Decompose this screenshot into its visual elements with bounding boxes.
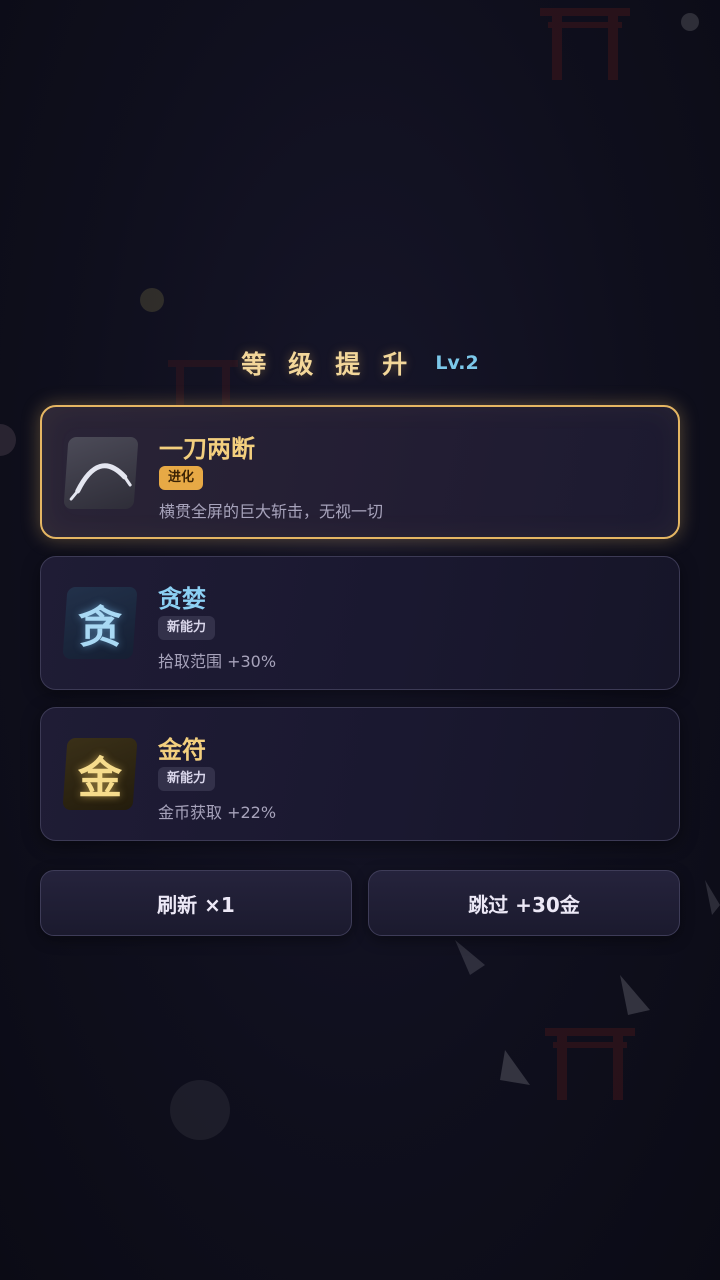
choice-card-gold-charm[interactable]: 金 金符 新能力 金币获取 +22%	[40, 707, 680, 841]
choice-card-greed[interactable]: 贪 贪婪 新能力 拾取范围 +30%	[40, 556, 680, 690]
level-up-header: 等级提升 Lv.2	[0, 340, 720, 386]
evolve-badge: 进化	[159, 466, 204, 490]
level-up-title: 等级提升	[241, 350, 430, 379]
choice-description: 横贯全屏的巨大斩击，无视一切	[159, 502, 384, 521]
refresh-button[interactable]: 刷新 ×1	[40, 870, 352, 936]
skip-button[interactable]: 跳过 +30金	[368, 870, 680, 936]
choice-description: 拾取范围 +30%	[158, 652, 277, 671]
choice-name: 金符	[158, 736, 206, 764]
greed-glyph: 贪	[78, 602, 122, 653]
greed-glyph-icon: 贪	[62, 587, 138, 659]
new-ability-badge: 新能力	[158, 616, 216, 640]
gold-glyph: 金	[78, 753, 122, 804]
choice-card-slash[interactable]: 一刀两断 进化 横贯全屏的巨大斩击，无视一切	[40, 405, 680, 539]
gold-glyph-icon: 金	[62, 738, 138, 810]
slash-arc-icon	[63, 437, 139, 509]
choice-name: 贪婪	[158, 585, 206, 613]
level-indicator: Lv.2	[435, 352, 479, 374]
new-ability-badge: 新能力	[158, 767, 216, 791]
choice-description: 金币获取 +22%	[158, 803, 277, 822]
choice-name: 一刀两断	[159, 435, 255, 463]
